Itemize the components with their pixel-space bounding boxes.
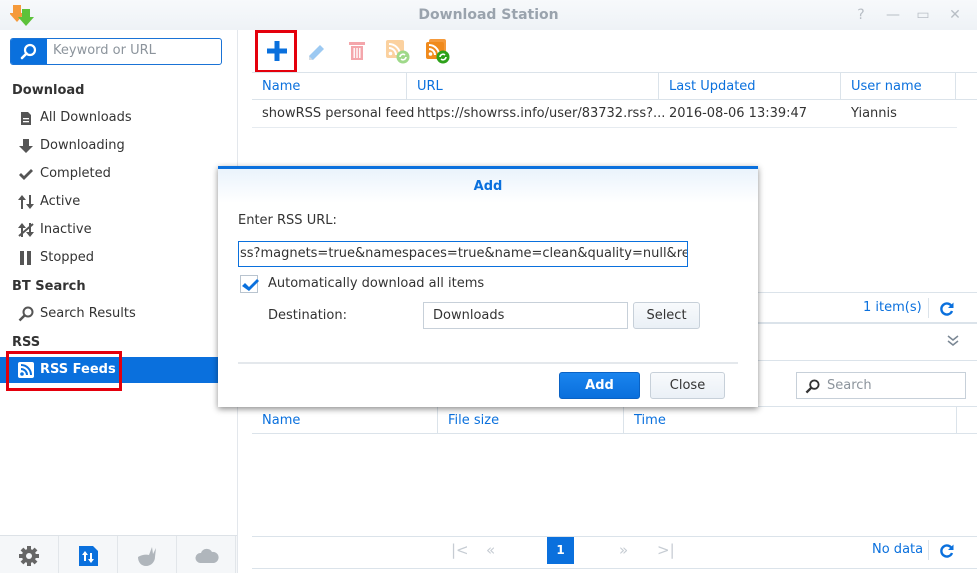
add-confirm-button[interactable]: Add <box>559 372 640 399</box>
section-bt-search: BT Search <box>12 279 86 294</box>
items-search-input[interactable]: Search <box>827 378 872 393</box>
refresh-icon[interactable] <box>939 301 955 317</box>
emule-donkey-icon <box>138 547 156 566</box>
sidebar-item-all-downloads[interactable]: All Downloads <box>0 105 238 131</box>
dialog-header: Add <box>218 169 758 203</box>
maximize-icon[interactable]: ▭ <box>912 5 934 25</box>
pager-top-border <box>252 536 977 537</box>
help-icon[interactable]: ? <box>850 5 872 25</box>
feed-last-updated: 2016-08-06 13:39:47 <box>669 106 808 121</box>
delete-button[interactable] <box>339 33 375 69</box>
collapse-chevrons-icon[interactable] <box>946 334 960 348</box>
next-page-icon[interactable]: » <box>619 541 628 559</box>
keyword-search-box[interactable]: Keyword or URL <box>10 38 222 65</box>
checkmark-icon <box>19 169 33 180</box>
refresh-feed-button[interactable] <box>379 33 415 69</box>
pager-bottom-border <box>252 568 977 569</box>
pager-status: No data <box>872 542 924 557</box>
column-header-file-size[interactable]: File size <box>438 407 624 434</box>
sidebar-item-stopped[interactable]: Stopped <box>0 245 238 271</box>
divider <box>928 540 929 560</box>
rss-url-label: Enter RSS URL: <box>238 213 337 228</box>
cloud-button[interactable] <box>177 536 236 573</box>
edit-pencil-icon <box>309 45 324 60</box>
sidebar-item-inactive[interactable]: Inactive <box>0 217 238 243</box>
download-arrow-icon <box>19 139 33 153</box>
column-header-user-name[interactable]: User name <box>841 73 956 100</box>
up-down-arrows-icon <box>18 195 34 209</box>
sidebar-item-completed[interactable]: Completed <box>0 161 238 187</box>
highlight-box-add <box>255 30 297 73</box>
checkmark-icon <box>242 279 259 291</box>
column-header-name[interactable]: Name <box>252 73 407 100</box>
items-search-box[interactable]: Search <box>796 372 966 399</box>
feed-url: https://showrss.info/user/83732.rss?... <box>417 106 666 121</box>
sidebar-item-search-results[interactable]: Search Results <box>0 301 238 327</box>
column-header-time[interactable]: Time <box>624 407 957 434</box>
add-rss-dialog: Add Enter RSS URL: ss?magnets=true&names… <box>218 166 758 407</box>
highlight-box-rss-feeds <box>6 351 122 391</box>
pause-icon <box>20 251 31 265</box>
inactive-arrows-icon <box>18 223 34 237</box>
rss-url-input[interactable]: ss?magnets=true&namespaces=true&name=cle… <box>238 241 688 267</box>
feeds-count: 1 item(s) <box>863 300 922 315</box>
rss-refresh-all-icon <box>426 39 450 64</box>
keyword-url-input[interactable]: Keyword or URL <box>53 43 156 58</box>
last-page-icon[interactable]: >| <box>657 541 675 559</box>
dialog-separator <box>238 362 738 364</box>
dialog-title: Add <box>473 179 503 194</box>
destination-input[interactable]: Downloads <box>423 302 628 329</box>
search-button[interactable] <box>11 39 47 64</box>
column-header-url[interactable]: URL <box>407 73 659 100</box>
section-download: Download <box>12 83 85 98</box>
section-rss: RSS <box>12 335 41 350</box>
transfer-button[interactable] <box>59 536 118 573</box>
close-icon[interactable]: ✕ <box>944 5 966 25</box>
destination-label: Destination: <box>268 308 347 323</box>
current-page[interactable]: 1 <box>547 537 574 564</box>
column-header-last-updated[interactable]: Last Updated <box>659 73 841 100</box>
transfer-file-icon <box>79 546 98 566</box>
search-icon <box>805 379 820 394</box>
items-grid-header: Name File size Time <box>252 406 977 434</box>
auto-download-checkbox[interactable] <box>240 275 259 293</box>
select-button[interactable]: Select <box>633 302 700 329</box>
auto-download-label: Automatically download all items <box>268 276 485 291</box>
feed-user: Yiannis <box>851 106 897 121</box>
sidebar-item-active[interactable]: Active <box>0 189 238 215</box>
search-icon <box>20 43 37 60</box>
first-page-icon[interactable]: |< <box>451 541 469 559</box>
rss-refresh-icon <box>386 40 410 64</box>
close-button[interactable]: Close <box>650 372 725 399</box>
sidebar: Keyword or URL Download All Downloads Do… <box>0 30 238 573</box>
window-title: Download Station <box>418 7 559 23</box>
minimize-icon[interactable]: — <box>882 5 904 25</box>
emule-button[interactable] <box>118 536 177 573</box>
sidebar-bottom-bar <box>0 535 237 573</box>
title-bar: Download Station ? — ▭ ✕ <box>0 0 977 30</box>
divider <box>928 298 929 318</box>
delete-trash-icon <box>349 42 365 60</box>
all-downloads-icon <box>21 112 31 125</box>
sidebar-item-downloading[interactable]: Downloading <box>0 133 238 159</box>
settings-gear-icon <box>19 546 39 566</box>
feed-name: showRSS personal feed <box>262 106 415 121</box>
column-header-name[interactable]: Name <box>252 407 438 434</box>
refresh-icon[interactable] <box>939 543 955 559</box>
edit-button[interactable] <box>299 33 335 69</box>
search-icon <box>18 306 34 322</box>
feeds-grid-header: Name URL Last Updated User name <box>252 72 977 100</box>
cloud-icon <box>195 548 219 563</box>
previous-page-icon[interactable]: « <box>486 541 495 559</box>
feed-row[interactable]: showRSS personal feed https://showrss.in… <box>252 100 957 128</box>
refresh-all-feeds-button[interactable] <box>419 33 455 69</box>
settings-button[interactable] <box>0 536 59 573</box>
